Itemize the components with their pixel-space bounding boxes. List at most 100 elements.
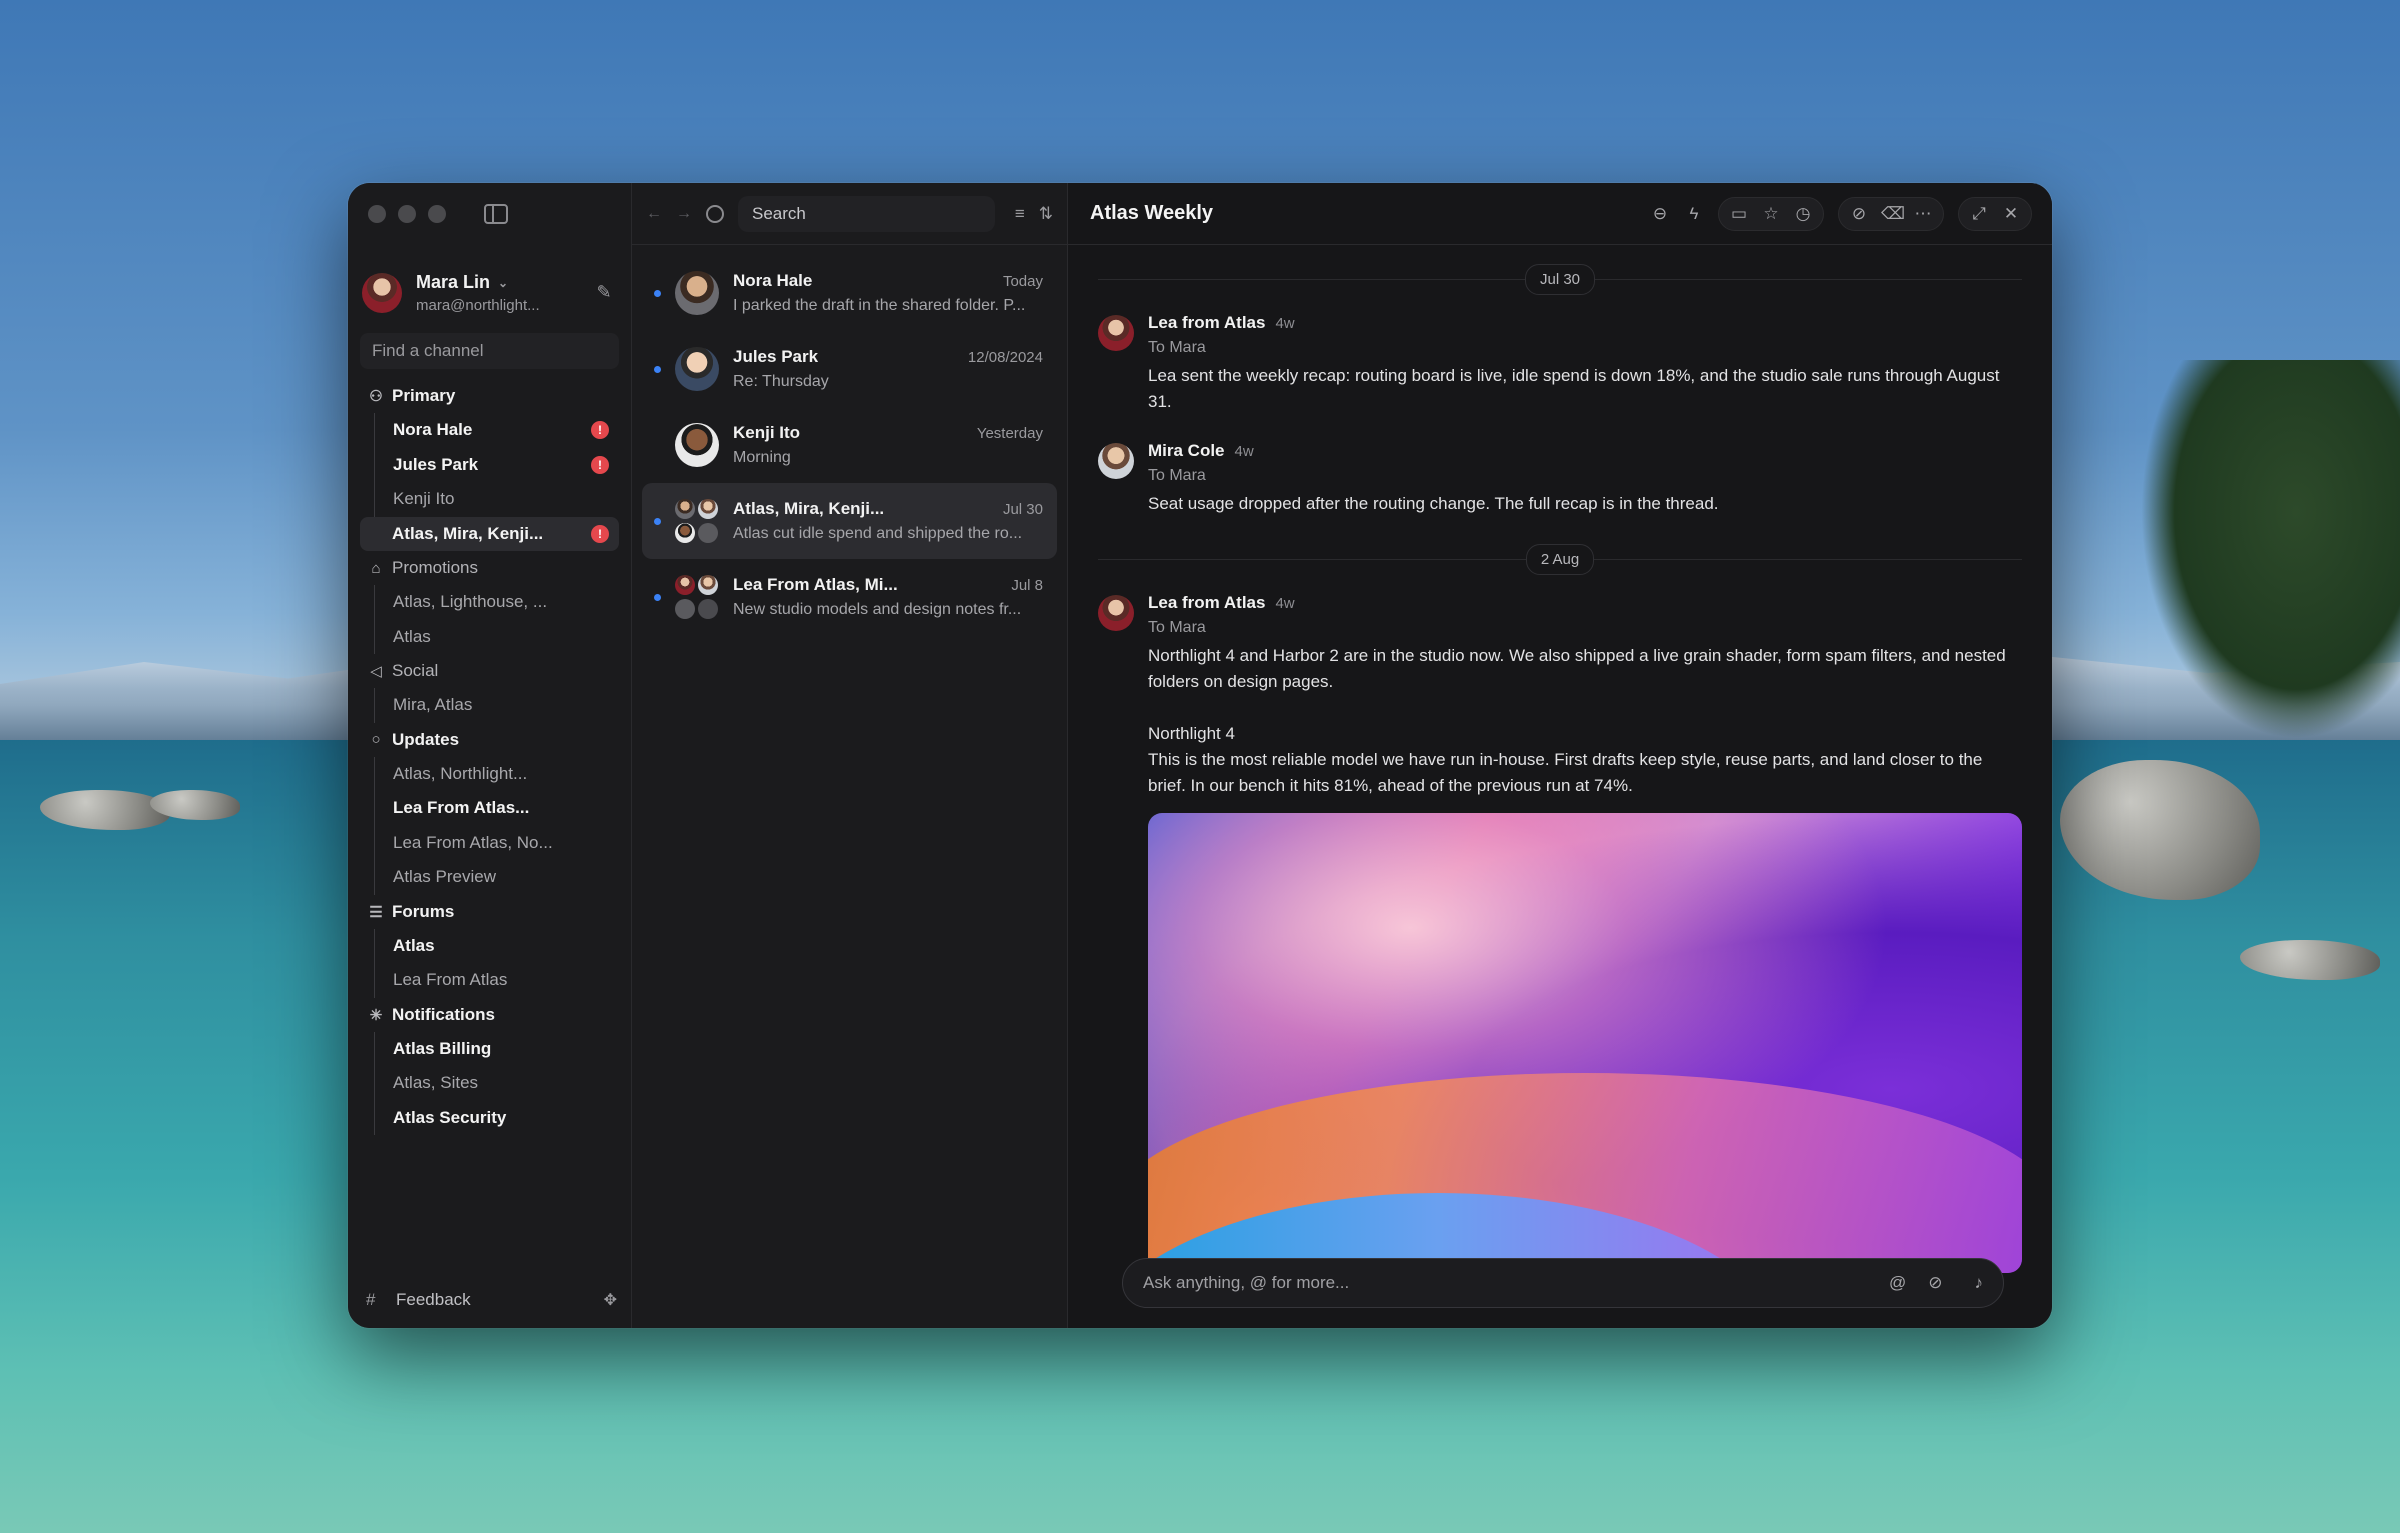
ask-input[interactable] bbox=[1143, 1273, 1867, 1293]
nav-group-updates[interactable]: ○ Updates bbox=[360, 723, 619, 757]
mail-window: Mara Lin ⌄ mara@northlight... ✎ Find a c… bbox=[348, 183, 2052, 1328]
thread-header: Kenji Ito Yesterday bbox=[733, 423, 1043, 443]
nav-item-atlas-sites[interactable]: Atlas, Sites bbox=[374, 1066, 619, 1101]
nav-item-atlas-security[interactable]: Atlas Security bbox=[374, 1100, 619, 1135]
nav-group-label: Primary bbox=[392, 386, 456, 405]
unread-dot bbox=[654, 593, 661, 601]
forward-arrow-icon[interactable]: → bbox=[676, 205, 692, 223]
message-recipient: To Mara bbox=[1148, 619, 1206, 636]
channel-nav: ⚇ Primary Nora Hale ! Jules Park ! Kenji… bbox=[348, 379, 631, 1135]
composer: @ ⊘ ♪ bbox=[1122, 1258, 2004, 1308]
thread-snippet: Re: Thursday bbox=[733, 373, 829, 390]
attach-icon[interactable]: ⊘ bbox=[1928, 1273, 1942, 1293]
hash-icon: # bbox=[366, 1290, 376, 1309]
compose-icon[interactable]: ✎ bbox=[593, 282, 615, 304]
filter-icon[interactable]: ≡ bbox=[1015, 204, 1025, 224]
nav-item-atlas-preview[interactable]: Atlas Preview bbox=[374, 860, 619, 895]
star-icon[interactable]: ☆ bbox=[1761, 204, 1781, 224]
nav-group-promotions[interactable]: ⌂ Promotions bbox=[360, 551, 619, 585]
avatar bbox=[675, 271, 719, 315]
nav-group-social[interactable]: ◁ Social bbox=[360, 654, 619, 688]
chat-bubble-icon: ○ bbox=[371, 731, 381, 748]
nav-group-notifications[interactable]: ✳ Notifications bbox=[360, 998, 619, 1032]
message-age: 4w bbox=[1275, 594, 1295, 612]
thread-avatar bbox=[675, 347, 719, 391]
nav-item-label: Lea From Atlas bbox=[393, 970, 508, 990]
nav-item-label: Mira, Atlas bbox=[393, 695, 473, 715]
find-channel-input[interactable]: Find a channel bbox=[360, 333, 619, 369]
expand-icon[interactable]: ⤢ bbox=[1969, 204, 1989, 224]
nav-item-label: Kenji Ito bbox=[393, 489, 455, 509]
nav-item-atlas-billing[interactable]: Atlas Billing bbox=[374, 1031, 619, 1066]
message-sender: Mira Cole bbox=[1148, 441, 1225, 460]
archive-icon[interactable]: ▭ bbox=[1729, 204, 1749, 224]
conversation-pane: Atlas Weekly ⊖ ϟ ▭ ☆ ◷ ⊘ ⌫ ⋯ ⤢ ✕ Jul 30 … bbox=[1068, 183, 2052, 1328]
sidebar-toggle-icon[interactable] bbox=[484, 204, 508, 224]
nav-item-kenji-ito[interactable]: Kenji Ito bbox=[374, 482, 619, 517]
nav-item-nora-hale[interactable]: Nora Hale ! bbox=[374, 413, 619, 448]
feedback-label: Feedback bbox=[396, 1290, 471, 1309]
thread-row[interactable]: Jules Park 12/08/2024 Re: Thursday bbox=[642, 331, 1057, 407]
zoom-window-button[interactable] bbox=[428, 205, 446, 223]
nav-group-forums[interactable]: ☰ Forums bbox=[360, 895, 619, 929]
thread-date: Today bbox=[1002, 272, 1043, 290]
avatar-group bbox=[675, 499, 719, 543]
trash-icon[interactable]: ⌫ bbox=[1881, 204, 1905, 224]
nav-item-atlas-mira-kenji[interactable]: Atlas, Mira, Kenji... ! bbox=[360, 516, 619, 551]
nav-item-label: Jules Park bbox=[393, 454, 479, 474]
thread-row[interactable]: Lea From Atlas, Mi... Jul 8 New studio m… bbox=[642, 559, 1057, 635]
nav-item-atlas-lighthouse[interactable]: Atlas, Lighthouse, ... bbox=[374, 585, 619, 620]
close-window-button[interactable] bbox=[368, 205, 386, 223]
thread-sender: Atlas, Mira, Kenji... bbox=[733, 499, 885, 518]
history-clock-icon[interactable] bbox=[706, 204, 724, 223]
nav-item-lea-from-atlas-no[interactable]: Lea From Atlas, No... bbox=[374, 825, 619, 860]
nav-item-atlas-northlight[interactable]: Atlas, Northlight... bbox=[374, 756, 619, 791]
window-controls bbox=[368, 205, 446, 223]
mention-icon[interactable]: @ bbox=[1889, 1273, 1906, 1293]
search-input[interactable]: Search bbox=[738, 195, 995, 232]
unread-badge: ! bbox=[591, 524, 609, 543]
minimize-window-button[interactable] bbox=[398, 205, 416, 223]
nav-item-atlas[interactable]: Atlas bbox=[374, 619, 619, 654]
nav-item-forum-atlas[interactable]: Atlas bbox=[374, 928, 619, 963]
thread-sender: Jules Park bbox=[733, 347, 819, 366]
back-arrow-icon[interactable]: ← bbox=[646, 205, 662, 223]
nav-group-primary[interactable]: ⚇ Primary bbox=[360, 379, 619, 413]
message: Lea from Atlas 4w To Mara Northlight 4 a… bbox=[1068, 579, 2052, 799]
snooze-clock-icon[interactable]: ◷ bbox=[1793, 204, 1813, 224]
lightning-icon[interactable]: ϟ bbox=[1684, 204, 1704, 224]
close-icon[interactable]: ✕ bbox=[2001, 204, 2021, 224]
avatar bbox=[675, 423, 719, 467]
nav-item-lea-from-atlas[interactable]: Lea From Atlas... bbox=[374, 791, 619, 826]
megaphone-icon: ◁ bbox=[370, 663, 382, 680]
account-switcher[interactable]: Mara Lin ⌄ mara@northlight... ✎ bbox=[348, 245, 631, 325]
account-name-row: Mara Lin ⌄ bbox=[416, 272, 593, 293]
thread-row-selected[interactable]: Atlas, Mira, Kenji... Jul 30 Atlas cut i… bbox=[642, 483, 1057, 559]
message-text: This is the most reliable model we have … bbox=[1148, 750, 1983, 795]
sidebar: Mara Lin ⌄ mara@northlight... ✎ Find a c… bbox=[348, 183, 632, 1328]
thread-header: Nora Hale Today bbox=[733, 271, 1043, 291]
nav-item-jules-park[interactable]: Jules Park ! bbox=[374, 447, 619, 482]
nav-item-forum-lea[interactable]: Lea From Atlas bbox=[374, 963, 619, 998]
nav-group-label: Promotions bbox=[392, 558, 478, 577]
thread-row[interactable]: Nora Hale Today I parked the draft in th… bbox=[642, 255, 1057, 331]
feedback-row[interactable]: # Feedback ✥ bbox=[366, 1290, 617, 1310]
unread-dot bbox=[654, 365, 661, 373]
avatar bbox=[1098, 315, 1134, 351]
sort-icon[interactable]: ⇅ bbox=[1039, 204, 1053, 224]
more-icon[interactable]: ⋯ bbox=[1913, 204, 1933, 224]
pin-icon[interactable]: ✥ bbox=[604, 1290, 617, 1310]
thread-row[interactable]: Kenji Ito Yesterday Morning bbox=[642, 407, 1057, 483]
microphone-icon[interactable]: ♪ bbox=[1975, 1273, 1984, 1293]
hero-image[interactable] bbox=[1148, 813, 2022, 1273]
block-icon[interactable]: ⊘ bbox=[1849, 204, 1869, 224]
thread-body: Atlas, Mira, Kenji... Jul 30 Atlas cut i… bbox=[733, 499, 1043, 543]
thread-body: Lea From Atlas, Mi... Jul 8 New studio m… bbox=[733, 575, 1043, 619]
mute-icon[interactable]: ⊖ bbox=[1650, 204, 1670, 224]
nav-item-label: Atlas Security bbox=[393, 1107, 507, 1127]
nav-item-label: Atlas, Sites bbox=[393, 1073, 479, 1093]
nav-item-mira-atlas[interactable]: Mira, Atlas bbox=[374, 688, 619, 723]
message-header: Lea from Atlas 4w bbox=[1148, 313, 2022, 333]
list-icon: ☰ bbox=[369, 903, 383, 921]
thread-body: Kenji Ito Yesterday Morning bbox=[733, 423, 1043, 467]
